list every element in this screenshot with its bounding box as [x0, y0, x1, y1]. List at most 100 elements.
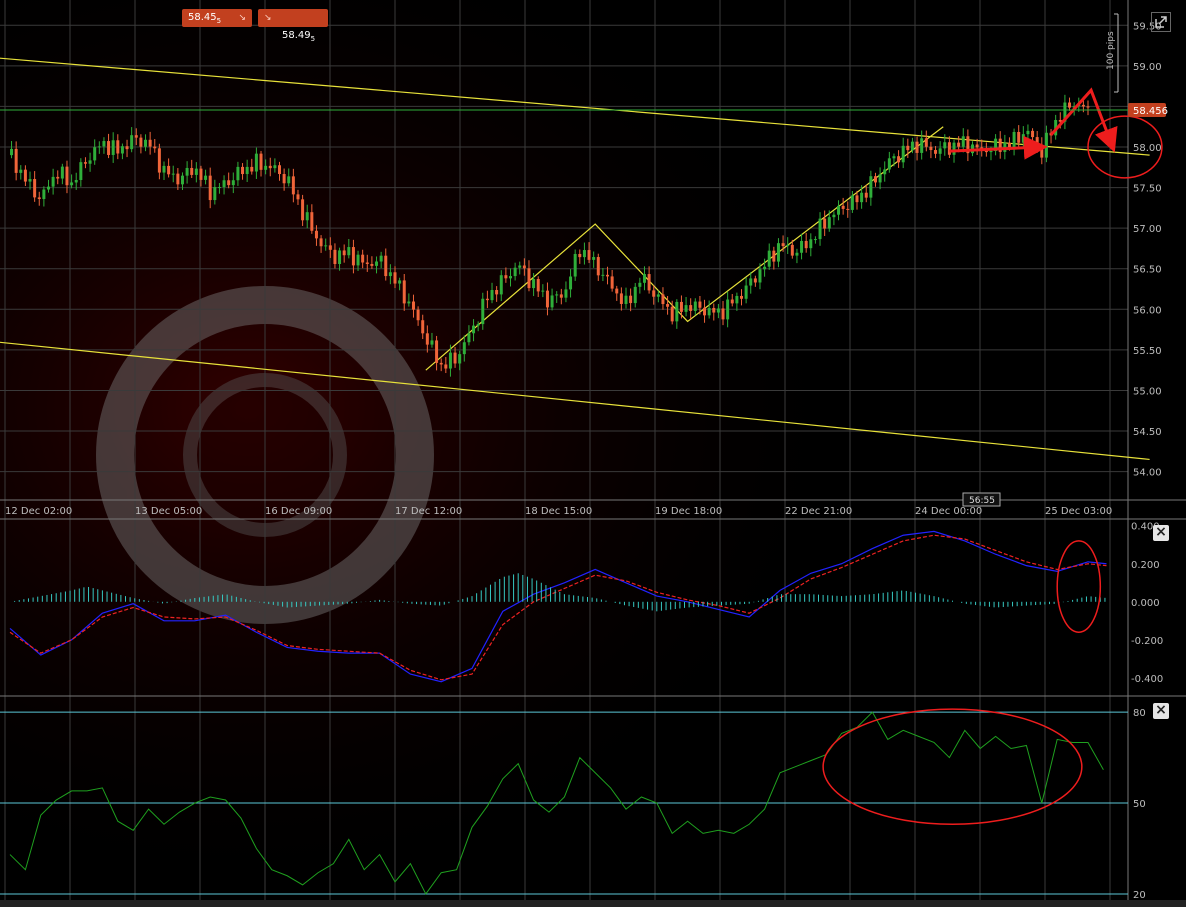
candle-body	[795, 252, 799, 256]
candle-body	[222, 180, 226, 187]
candle-body	[51, 176, 55, 187]
candle-body	[897, 156, 901, 163]
candle-body	[509, 276, 512, 279]
candle-body	[361, 254, 365, 263]
candle-body	[236, 166, 240, 181]
candle-body	[213, 187, 217, 201]
candle-body	[167, 165, 171, 175]
candle-body	[19, 169, 23, 173]
rsi-y-tick-label: 80	[1133, 708, 1146, 719]
candle-body	[869, 176, 873, 198]
buy-price-button[interactable]: ↘ 58.495	[258, 9, 328, 43]
x-tick-label: 22 Dec 21:00	[785, 506, 852, 517]
expand-icon[interactable]	[1151, 12, 1171, 32]
x-tick-label: 19 Dec 18:00	[655, 506, 722, 517]
candle-body	[947, 142, 951, 155]
candle-body	[684, 305, 688, 312]
candle-body	[569, 276, 573, 290]
candle-body	[735, 295, 739, 304]
candle-body	[421, 320, 425, 334]
candle-body	[513, 267, 517, 277]
candle-body	[268, 165, 272, 169]
candle-body	[60, 166, 64, 179]
candle-body	[444, 364, 448, 369]
candle-body	[28, 179, 32, 182]
candle-body	[430, 340, 434, 345]
candle-body	[416, 309, 420, 321]
rsi-y-tick-label: 50	[1133, 799, 1146, 810]
rsi-close-icon[interactable]: ×	[1153, 703, 1169, 719]
candle-body	[518, 265, 522, 268]
candle-body	[744, 285, 748, 299]
candle-body	[610, 276, 614, 289]
candle-body	[901, 145, 905, 163]
candle-body	[786, 244, 790, 247]
candle-body	[301, 199, 305, 221]
candle-body	[559, 294, 563, 298]
candle-body	[65, 166, 69, 186]
candle-body	[619, 293, 623, 304]
buy-arrow-icon: ↘	[264, 13, 272, 23]
macd-y-tick-label: 0.200	[1131, 560, 1160, 571]
candle-body	[809, 239, 813, 249]
candle-body	[180, 175, 184, 185]
candle-body	[693, 301, 697, 311]
candle-body	[532, 279, 536, 289]
macd-close-icon[interactable]: ×	[1153, 525, 1169, 541]
candle-body	[624, 295, 628, 304]
candle-body	[781, 243, 785, 247]
candle-body	[873, 176, 877, 183]
candle-body	[541, 290, 545, 292]
candle-body	[670, 306, 674, 322]
candle-body	[860, 192, 864, 203]
candle-body	[291, 176, 295, 195]
candle-body	[157, 148, 161, 173]
candle-body	[661, 294, 665, 305]
candle-body	[347, 247, 351, 256]
candle-body	[342, 250, 346, 256]
candle-body	[878, 174, 882, 183]
candle-body	[259, 153, 263, 170]
candle-body	[241, 166, 245, 175]
candle-body	[555, 294, 559, 296]
candle-body	[827, 217, 831, 229]
candle-body	[813, 239, 817, 241]
sell-price-sup: 5	[216, 17, 222, 25]
candle-body	[217, 186, 221, 188]
candle-body	[472, 325, 476, 334]
trading-chart[interactable]: 59.5059.0058.5058.0057.5057.0056.5056.00…	[0, 0, 1186, 907]
candle-body	[254, 153, 258, 172]
candle-body	[1035, 137, 1039, 146]
candle-body	[703, 307, 707, 316]
x-tick-label: 12 Dec 02:00	[5, 506, 72, 517]
candle-body	[504, 275, 508, 279]
candle-body	[125, 146, 129, 150]
candle-body	[375, 261, 379, 266]
candle-body	[855, 195, 859, 203]
candle-body	[70, 182, 74, 186]
candle-body	[278, 165, 281, 175]
candle-body	[324, 245, 328, 247]
macd-y-tick-label: 0.000	[1131, 598, 1160, 609]
candle-body	[328, 245, 332, 250]
candle-body	[892, 156, 896, 159]
candle-body	[231, 180, 235, 186]
candle-body	[56, 176, 60, 179]
candle-body	[97, 146, 101, 148]
candle-body	[411, 301, 415, 310]
candle-body	[906, 145, 910, 151]
candle-body	[194, 168, 198, 175]
candle-body	[351, 247, 355, 266]
candle-body	[495, 290, 499, 295]
candle-body	[1044, 132, 1048, 158]
candle-body	[102, 141, 106, 147]
candle-body	[740, 295, 743, 299]
candle-body	[407, 301, 411, 304]
candle-body	[758, 269, 762, 283]
candle-body	[47, 186, 50, 190]
candle-body	[652, 290, 656, 297]
sell-price-button[interactable]: 58.455 ↘	[182, 9, 252, 27]
candle-body	[79, 162, 83, 181]
candle-body	[629, 295, 633, 304]
x-tick-label: 13 Dec 05:00	[135, 506, 202, 517]
